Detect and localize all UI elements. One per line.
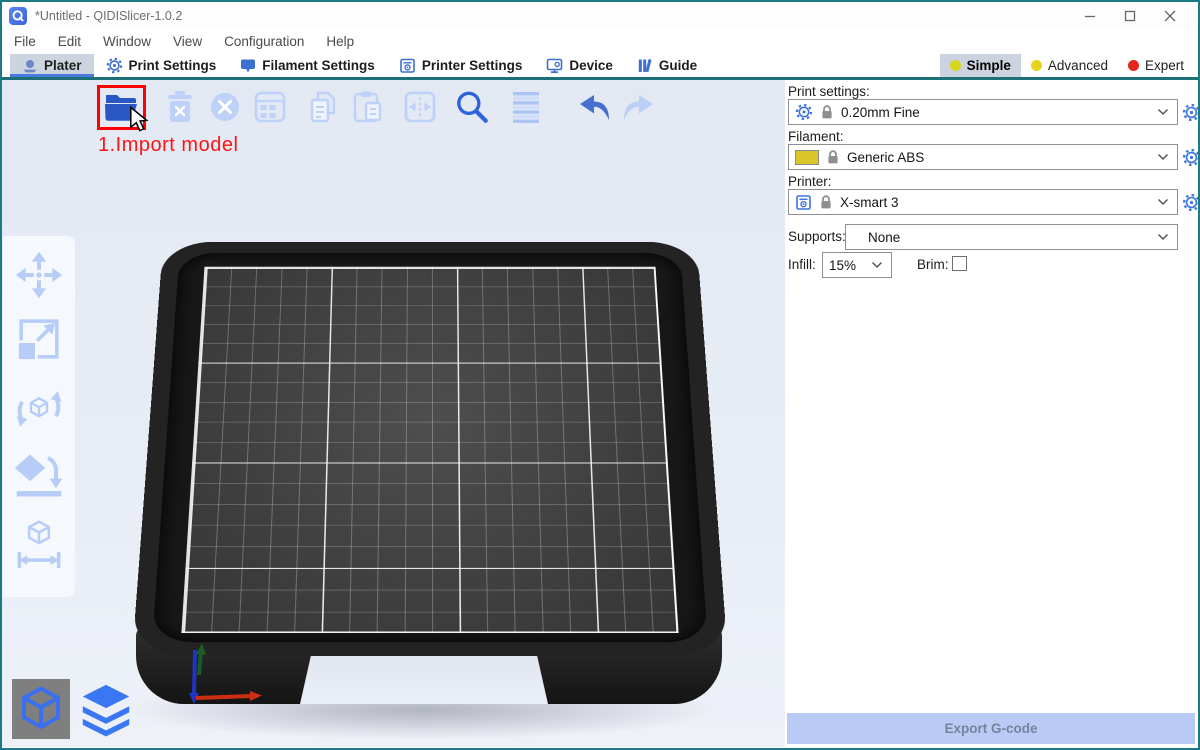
delete-button[interactable] [160,88,200,126]
undo-button[interactable] [575,88,615,126]
chevron-down-icon [1157,153,1169,161]
paste-button[interactable] [348,88,388,126]
plater-icon [22,58,38,74]
mouse-cursor-icon [128,106,150,132]
chevron-down-icon [871,261,883,269]
menu-view[interactable]: View [169,31,214,52]
menu-bar: File Edit Window View Configuration Help [2,29,1198,54]
arrange-button[interactable] [250,88,290,126]
move-tool-button[interactable] [12,248,66,302]
close-button[interactable] [1150,2,1190,29]
tab-printer-settings[interactable]: Printer Settings [387,54,535,77]
device-monitor-icon [546,57,563,74]
supports-dropdown[interactable]: None [845,224,1178,250]
tab-bar: Plater Print Settings Filament Settings [2,54,1198,80]
filament-label: Filament: [788,129,844,144]
print-settings-label: Print settings: [788,84,870,99]
scale-tool-button[interactable] [12,312,66,366]
import-annotation: 1.Import model [98,134,238,157]
chevron-down-icon [1157,108,1169,116]
chevron-down-icon [1157,233,1169,241]
advanced-mode-dot-icon [1031,60,1042,71]
printer-icon [399,57,416,74]
search-button[interactable] [452,88,492,126]
title-bar: *Untitled - QIDISlicer-1.0.2 [2,2,1198,29]
copy-button[interactable] [303,88,343,126]
filament-dropdown[interactable]: Generic ABS [788,144,1178,170]
filament-color-swatch [795,150,819,165]
lock-icon [819,194,833,210]
redo-button[interactable] [618,88,658,126]
print-settings-gear-button[interactable] [1181,102,1200,122]
app-logo-icon [9,7,27,25]
object-tools-strip [3,236,75,597]
layers-icon [80,683,132,737]
printer-gear-button[interactable] [1181,192,1200,212]
mode-advanced[interactable]: Advanced [1021,54,1118,77]
editor-3d-view-button[interactable] [12,679,70,739]
infill-label: Infill: [788,257,816,272]
gear-icon [795,103,813,121]
tab-plater[interactable]: Plater [10,54,94,77]
place-on-face-tool-button[interactable] [12,448,66,502]
gear-icon [106,57,123,74]
preview-layers-button[interactable] [78,681,134,739]
window-title: *Untitled - QIDISlicer-1.0.2 [35,9,182,23]
menu-help[interactable]: Help [322,31,366,52]
brim-label: Brim: [917,257,949,272]
rotate-tool-button[interactable] [12,382,66,436]
supports-label: Supports: [788,229,846,244]
brim-checkbox[interactable] [952,256,967,271]
delete-all-button[interactable] [205,88,245,126]
export-gcode-button[interactable]: Export G-code [787,713,1195,744]
cube-icon [16,683,66,735]
menu-window[interactable]: Window [99,31,163,52]
lock-icon [826,149,840,165]
mode-selector: Simple Advanced Expert [940,54,1194,77]
menu-edit[interactable]: Edit [54,31,93,52]
mode-simple[interactable]: Simple [940,54,1021,77]
split-button[interactable] [400,88,440,126]
infill-dropdown[interactable]: 15% [822,252,892,278]
printer-label: Printer: [788,174,832,189]
origin-axes-icon [180,555,310,705]
lock-icon [820,104,834,120]
supports-value: None [852,230,1150,245]
books-icon [637,57,653,74]
chevron-down-icon [1157,198,1169,206]
print-settings-value: 0.20mm Fine [841,105,1150,120]
measure-tool-button[interactable] [12,517,66,571]
menu-configuration[interactable]: Configuration [220,31,316,52]
simple-mode-dot-icon [950,60,961,71]
variable-layer-height-button[interactable] [506,88,546,126]
filament-value: Generic ABS [847,150,1150,165]
settings-panel: Print settings: 0.20mm Fine [785,80,1198,747]
tab-device[interactable]: Device [534,54,625,77]
mode-expert[interactable]: Expert [1118,54,1194,77]
filament-gear-button[interactable] [1181,147,1200,167]
tab-filament-settings[interactable]: Filament Settings [228,54,387,77]
menu-file[interactable]: File [10,31,48,52]
maximize-button[interactable] [1110,2,1150,29]
printer-dropdown[interactable]: X-smart 3 [788,189,1178,215]
print-settings-dropdown[interactable]: 0.20mm Fine [788,99,1178,125]
viewport-3d[interactable]: 1.Import model [2,80,785,747]
printer-value: X-smart 3 [840,195,1150,210]
expert-mode-dot-icon [1128,60,1139,71]
tab-print-settings[interactable]: Print Settings [94,54,229,77]
filament-icon [240,58,256,74]
printer-icon [795,194,812,211]
minimize-button[interactable] [1070,2,1110,29]
app-window: *Untitled - QIDISlicer-1.0.2 File Edit W… [0,0,1200,750]
infill-value: 15% [829,258,864,273]
tab-guide[interactable]: Guide [625,54,709,77]
